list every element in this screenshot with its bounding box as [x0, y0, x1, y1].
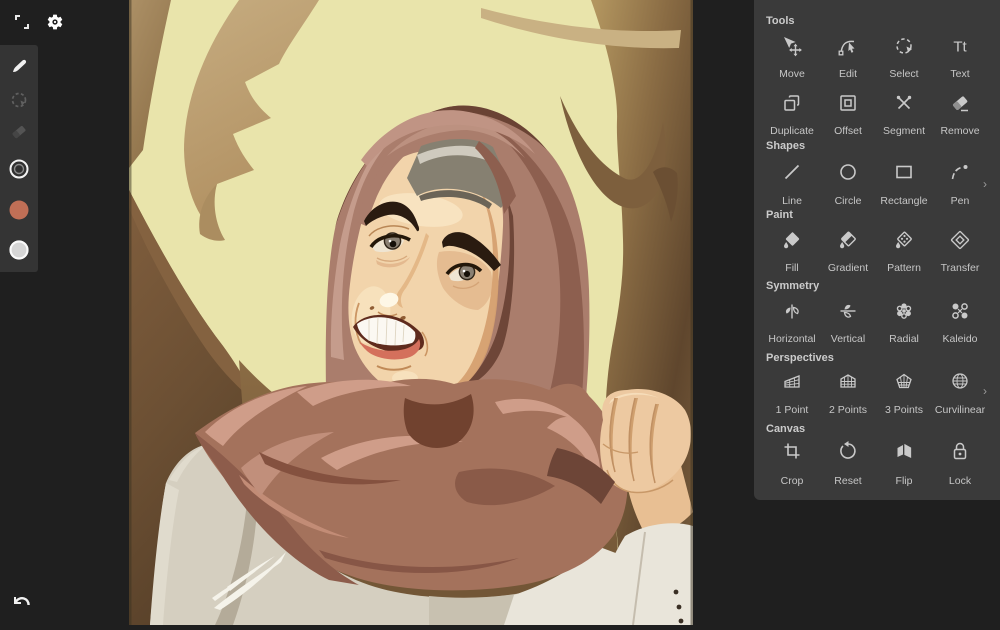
svg-text:Tt: Tt	[953, 39, 967, 56]
